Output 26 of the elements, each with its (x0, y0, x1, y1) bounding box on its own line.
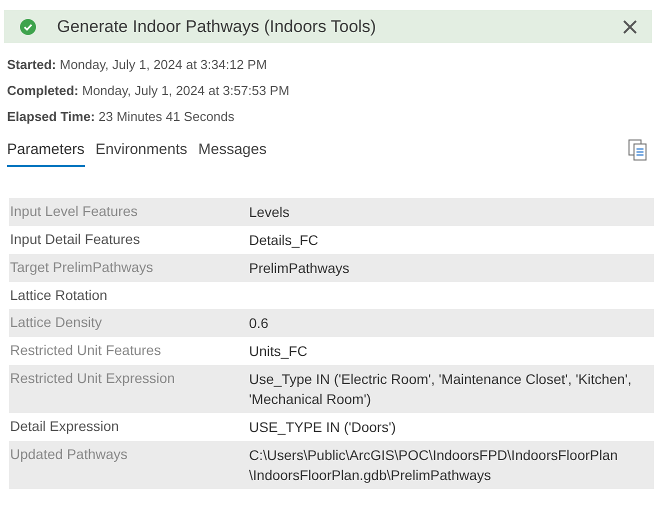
info-line: Started: Monday, July 1, 2024 at 3:34:12 PM (7, 56, 268, 74)
tab[interactable]: Parameters (7, 139, 85, 166)
parameter-value: USE_TYPE IN ('Doors') (249, 418, 396, 436)
info-line: Elapsed Time: 23 Minutes 41 Seconds (7, 108, 236, 126)
parameter-name: Input Detail Features (9, 230, 141, 249)
parameter-value: PrelimPathways (249, 258, 350, 278)
parameter-name: Input Level Features (9, 202, 139, 221)
parameter-value: Details_FC (249, 230, 318, 250)
parameter-value: 0.6 (249, 314, 268, 332)
parameter-name: Target PrelimPathways (9, 258, 154, 277)
info-line: Completed: Monday, July 1, 2024 at 3:57:53 PM (7, 82, 290, 100)
parameter-value: C:\Users\Public\ArcGIS\POC\IndoorsFPD\IndoorsFloorPlan \IndoorsFloorPlan.gdb\PrelimPathways (249, 446, 618, 484)
close-button[interactable] (622, 18, 638, 34)
tab[interactable]: Environments (96, 139, 188, 166)
parameter-name: Restricted Unit Features (9, 340, 162, 360)
parameter-name: Detail Expression (9, 416, 120, 436)
parameter-value: Use_Type IN ('Electric Room', 'Maintenance Closet', 'Kitchen', 'Mechanical Room') (249, 370, 632, 408)
tab[interactable]: Messages (198, 139, 267, 166)
parameter-value: Levels (249, 202, 290, 222)
parameter-name: Restricted Unit Expression (9, 368, 176, 388)
parameter-name: Updated Pathways (9, 444, 129, 464)
parameter-name: Lattice Density (9, 312, 103, 332)
parameter-name: Lattice Rotation (9, 286, 108, 304)
copy-icon[interactable] (628, 139, 648, 161)
tool-title: Generate Indoor Pathways (Indoors Tools) (57, 16, 376, 38)
parameter-value: Units_FC (249, 342, 308, 360)
